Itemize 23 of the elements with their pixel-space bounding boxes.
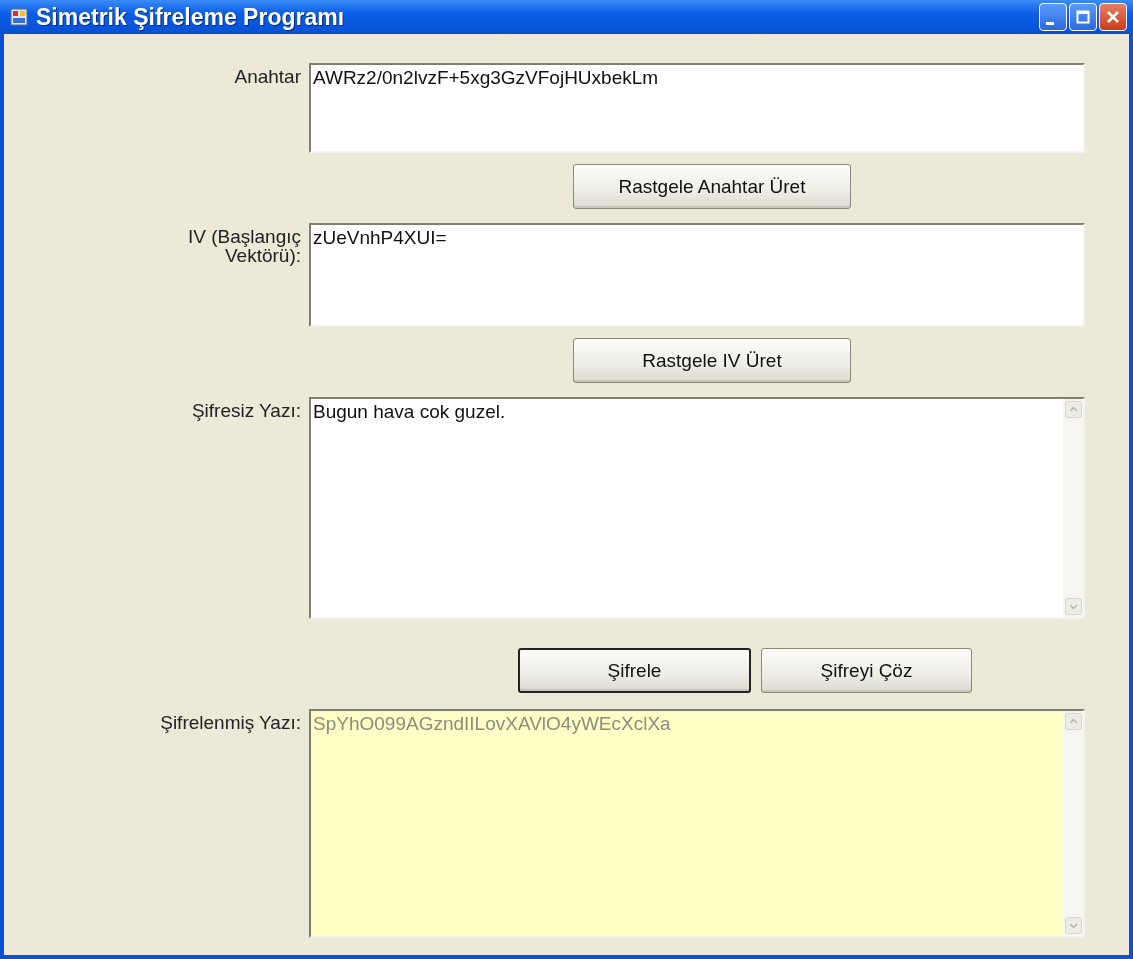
scroll-up-icon[interactable] — [1064, 713, 1082, 730]
maximize-button[interactable] — [1069, 3, 1097, 31]
field-label: IV (Başlangıç Vektörü): — [187, 225, 301, 265]
text-field[interactable]: AWRz2/0n2lvzF+5xg3GzVFojHUxbekLm — [309, 63, 1085, 153]
scroll-down-icon[interactable] — [1064, 598, 1082, 615]
text-field[interactable]: Bugun hava cok guzel. — [309, 397, 1085, 619]
scroll-down-icon[interactable] — [1064, 917, 1082, 934]
push-button[interactable]: Şifreyi Çöz — [761, 648, 972, 693]
field-label: Anahtar — [233, 65, 301, 86]
field-label: Şifresiz Yazı: — [190, 399, 301, 420]
field-label: Şifrelenmiş Yazı: — [159, 711, 301, 732]
push-button[interactable]: Şifrele — [518, 648, 751, 693]
close-button[interactable] — [1099, 3, 1127, 31]
scrollbar[interactable] — [1063, 711, 1083, 936]
push-button[interactable]: Rastgele IV Üret — [573, 338, 851, 383]
text-field[interactable]: zUeVnhP4XUI= — [309, 223, 1085, 327]
minimize-button[interactable] — [1039, 3, 1067, 31]
scrollbar[interactable] — [1063, 399, 1083, 617]
push-button[interactable]: Rastgele Anahtar Üret — [573, 164, 851, 209]
window-title: Simetrik Şifreleme Programı — [36, 3, 346, 31]
scroll-up-icon[interactable] — [1064, 401, 1082, 418]
minimize-icon — [1046, 21, 1054, 25]
app-icon — [10, 8, 28, 26]
